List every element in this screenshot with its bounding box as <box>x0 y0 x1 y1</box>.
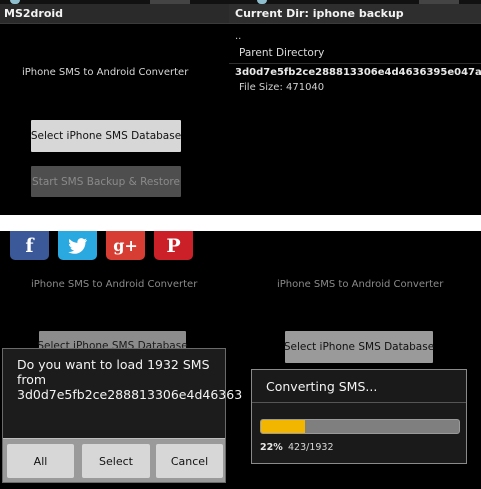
screen-converting: iPhone SMS to Android Converter Select i… <box>243 231 481 489</box>
app-description-dimmed: iPhone SMS to Android Converter <box>31 279 198 290</box>
converting-progress-dialog: Converting SMS... 22% 423/1932 <box>251 369 467 464</box>
progress-count: 423/1932 <box>288 442 334 453</box>
progress-title: Converting SMS... <box>266 379 378 394</box>
pinterest-icon[interactable]: P <box>154 231 193 260</box>
load-sms-dialog: Do you want to load 1932 SMS from 3d0d7e… <box>2 348 243 483</box>
screen-load-dialog: f t g+ P iPhone SMS to Android Converter… <box>0 231 243 489</box>
progress-bar-fill <box>261 420 305 433</box>
screenshot-gap <box>0 215 481 231</box>
googleplus-glyph: g+ <box>113 236 138 255</box>
dialog-message: Do you want to load 1932 SMS from 3d0d7e… <box>17 357 243 402</box>
progress-divider <box>252 402 466 403</box>
all-button[interactable]: All <box>7 444 74 478</box>
progress-bar <box>260 419 460 434</box>
list-divider <box>229 63 481 64</box>
app-title: MS2droid <box>0 4 229 24</box>
progress-percent: 22% <box>260 442 283 453</box>
cancel-button[interactable]: Cancel <box>156 444 223 478</box>
app-description-dimmed: iPhone SMS to Android Converter <box>277 279 444 290</box>
select-button[interactable]: Select <box>82 444 150 478</box>
facebook-glyph: f <box>25 234 34 257</box>
start-backup-restore-button[interactable]: Start SMS Backup & Restore <box>31 166 181 197</box>
current-dir-title: Current Dir: iphone backup <box>229 4 481 24</box>
facebook-icon[interactable]: f <box>10 231 49 260</box>
screen-file-browser: Current Dir: iphone backup .. Parent Dir… <box>229 0 481 215</box>
file-item-size: File Size: 471040 <box>239 82 325 93</box>
select-database-button-dimmed: Select iPhone SMS Database <box>284 331 434 363</box>
twitter-icon[interactable]: t <box>58 231 97 260</box>
screen-main-menu: MS2droid iPhone SMS to Android Converter… <box>0 0 229 215</box>
select-database-button[interactable]: Select iPhone SMS Database <box>31 120 181 152</box>
googleplus-icon[interactable]: g+ <box>106 231 145 260</box>
parent-dir-dots[interactable]: .. <box>235 31 241 42</box>
file-item-name[interactable]: 3d0d7e5fb2ce288813306e4d4636395e047a3... <box>235 67 481 78</box>
pinterest-glyph: P <box>166 234 181 257</box>
twitter-bird-icon <box>67 237 87 254</box>
parent-directory-item[interactable]: Parent Directory <box>239 47 324 59</box>
app-description: iPhone SMS to Android Converter <box>22 67 189 78</box>
dialog-button-bar: All Select Cancel <box>3 438 225 482</box>
